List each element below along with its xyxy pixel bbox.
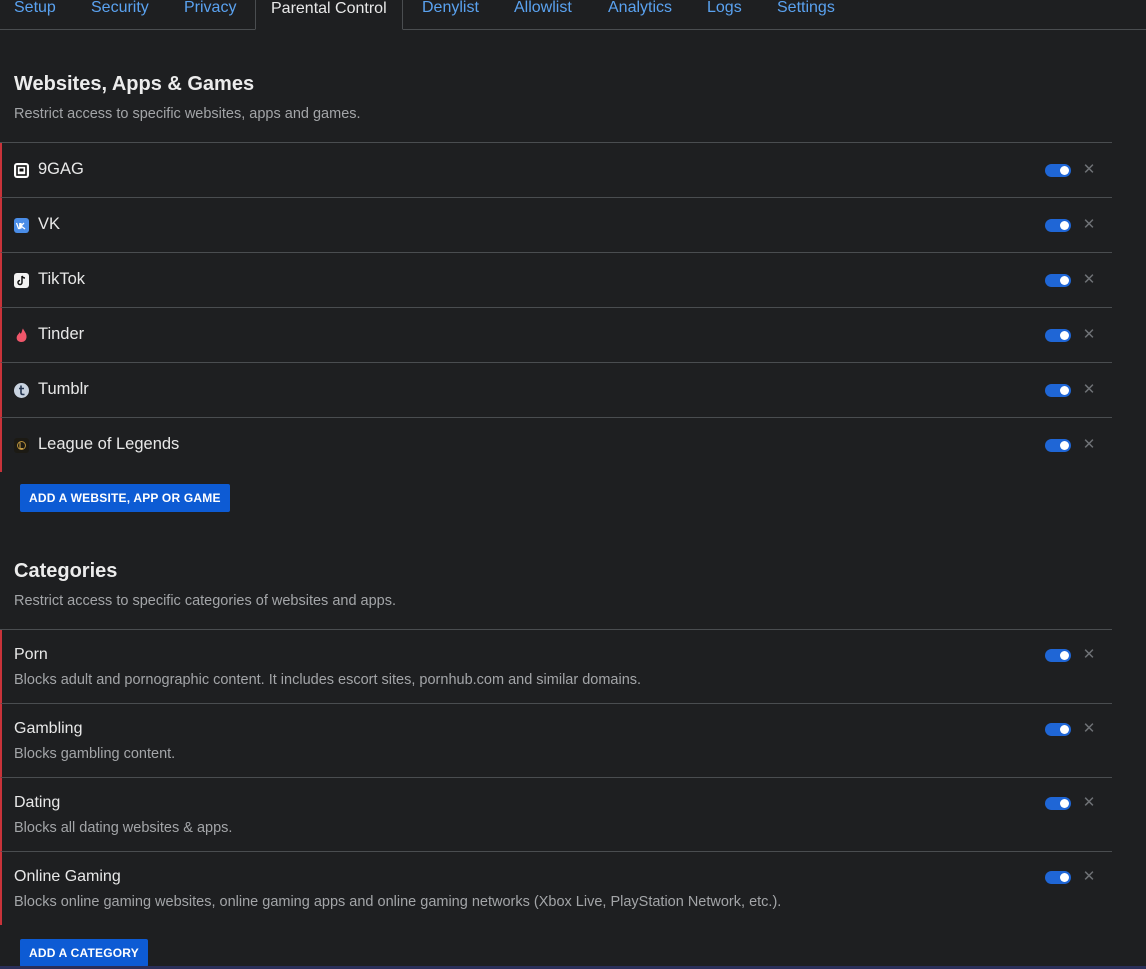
close-icon[interactable]: ✕ [1082,162,1096,177]
tab-analytics[interactable]: Analytics [608,0,672,28]
categories-section-subtitle: Restrict access to specific categories o… [14,593,397,609]
websites-section-subtitle: Restrict access to specific websites, ap… [14,106,361,122]
tiktok-icon [14,273,29,288]
list-item: 9GAG ✕ [0,143,1112,198]
list-item: VK ✕ [0,198,1112,253]
add-category-button[interactable]: ADD A CATEGORY [20,939,148,967]
website-name: TikTok [38,270,86,288]
toggle-switch[interactable] [1045,439,1071,452]
close-icon[interactable]: ✕ [1082,272,1096,287]
website-name: Tinder [38,325,85,343]
toggle-switch[interactable] [1045,649,1071,662]
close-icon[interactable]: ✕ [1082,437,1096,452]
website-name: Tumblr [38,380,89,398]
list-item: Tinder ✕ [0,308,1112,363]
list-item: Porn Blocks adult and pornographic conte… [0,630,1112,704]
vk-icon [14,218,29,233]
toggle-switch[interactable] [1045,329,1071,342]
tab-settings[interactable]: Settings [777,0,835,28]
list-item: Online Gaming Blocks online gaming websi… [0,852,1112,925]
toggle-switch[interactable] [1045,384,1071,397]
close-icon[interactable]: ✕ [1082,721,1096,736]
category-name: Gambling [14,720,83,737]
category-description: Blocks all dating websites & apps. [14,820,233,836]
category-description: Blocks online gaming websites, online ga… [14,894,782,910]
website-name: 9GAG [38,160,84,178]
list-item: Dating Blocks all dating websites & apps… [0,778,1112,852]
toggle-switch[interactable] [1045,219,1071,232]
close-icon[interactable]: ✕ [1082,795,1096,810]
tab-parental-control[interactable]: Parental Control [255,0,403,30]
toggle-switch[interactable] [1045,164,1071,177]
close-icon[interactable]: ✕ [1082,217,1096,232]
websites-list: 9GAG ✕ VK ✕ TikTok ✕ Tinder ✕ Tumblr ✕ L… [0,142,1112,472]
websites-section-title: Websites, Apps & Games [14,73,255,95]
category-name: Dating [14,794,61,811]
list-item: Tumblr ✕ [0,363,1112,418]
tab-logs[interactable]: Logs [707,0,742,28]
9gag-icon [14,163,29,178]
league-of-legends-icon [14,438,29,453]
close-icon[interactable]: ✕ [1082,647,1096,662]
tinder-icon [14,328,29,343]
toggle-switch[interactable] [1045,274,1071,287]
tab-bar: Setup Security Privacy Parental Control … [0,0,1146,30]
category-name: Porn [14,646,48,663]
tab-denylist[interactable]: Denylist [422,0,479,28]
category-description: Blocks adult and pornographic content. I… [14,672,642,688]
list-item: TikTok ✕ [0,253,1112,308]
tab-security[interactable]: Security [91,0,149,28]
close-icon[interactable]: ✕ [1082,382,1096,397]
list-item: League of Legends ✕ [0,418,1112,472]
categories-section-title: Categories [14,560,118,582]
toggle-switch[interactable] [1045,797,1071,810]
add-website-button[interactable]: ADD A WEBSITE, APP OR GAME [20,484,230,512]
toggle-switch[interactable] [1045,871,1071,884]
tumblr-icon [14,383,29,398]
website-name: VK [38,215,61,233]
category-name: Online Gaming [14,868,121,885]
category-description: Blocks gambling content. [14,746,176,762]
list-item: Gambling Blocks gambling content. ✕ [0,704,1112,778]
website-name: League of Legends [38,435,180,453]
tab-allowlist[interactable]: Allowlist [514,0,572,28]
tab-setup[interactable]: Setup [14,0,56,28]
close-icon[interactable]: ✕ [1082,327,1096,342]
toggle-switch[interactable] [1045,723,1071,736]
tab-privacy[interactable]: Privacy [184,0,236,28]
categories-list: Porn Blocks adult and pornographic conte… [0,629,1112,925]
close-icon[interactable]: ✕ [1082,869,1096,884]
